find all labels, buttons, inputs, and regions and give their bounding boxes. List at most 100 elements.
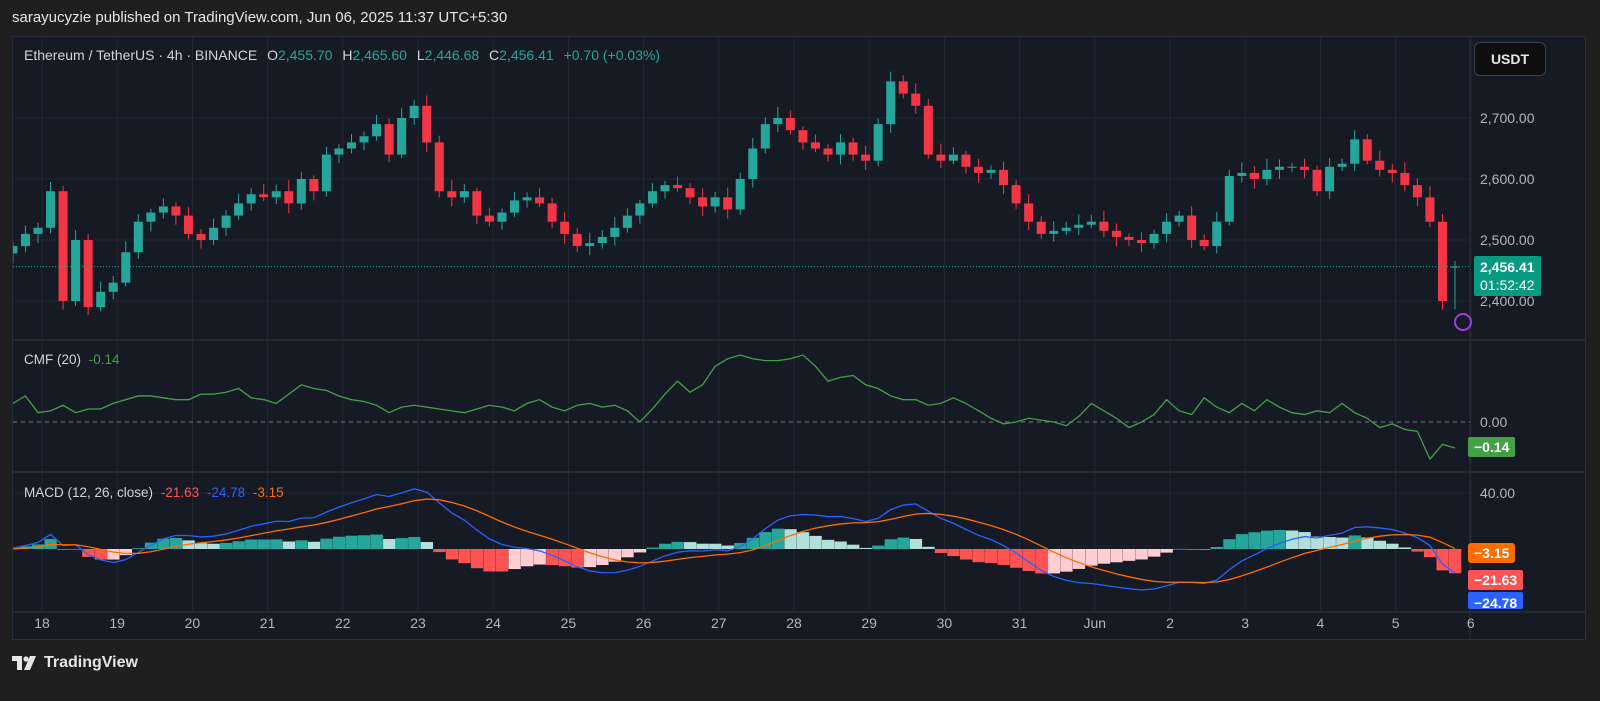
macd-histogram-bar	[307, 541, 321, 549]
time-tick: 20	[184, 615, 201, 631]
candle-body	[372, 124, 382, 137]
macd-histogram-bar	[884, 539, 897, 549]
candle-body	[359, 136, 369, 143]
candle-body	[1412, 185, 1422, 198]
candle-body	[1437, 221, 1447, 301]
price-tick: 2,500.00	[1480, 232, 1535, 248]
change-value: +0.70 (+0.03%)	[563, 47, 661, 63]
candle-body	[146, 212, 156, 222]
macd-histogram-bar	[1173, 548, 1186, 550]
candle-body	[798, 130, 808, 143]
candle-body	[861, 154, 871, 161]
candle-body	[1274, 166, 1284, 170]
candle-body	[259, 194, 269, 198]
candle-body	[760, 124, 770, 149]
macd-histogram-bar	[621, 549, 634, 558]
time-tick: 30	[936, 615, 953, 631]
logo-text: TradingView	[44, 654, 138, 671]
macd-histogram-bar	[658, 543, 672, 549]
candle-body	[1124, 236, 1134, 240]
candle-body	[71, 240, 81, 301]
candle-body	[121, 252, 131, 283]
candle-body	[999, 169, 1009, 186]
last-price-tag: 2,456.41 01:52:42	[1474, 256, 1541, 296]
macd-histogram-bar	[345, 535, 358, 549]
macd-histogram-bar	[82, 549, 95, 557]
time-tick: 22	[335, 615, 351, 631]
macd-histogram-bar	[1010, 549, 1023, 568]
candle-body	[1287, 166, 1297, 168]
candle-body	[296, 179, 306, 204]
plot-area	[0, 71, 1470, 591]
macd-histogram-bar	[1148, 549, 1161, 557]
macd-histogram-bar	[69, 548, 82, 550]
cmf-value: -0.14	[88, 352, 120, 367]
macd-histogram-bar	[220, 542, 233, 549]
time-tick: 27	[711, 615, 727, 631]
macd-histogram-bar	[633, 549, 647, 553]
time-tick: 2	[1166, 615, 1174, 631]
macd-histogram-bar	[1060, 549, 1073, 572]
macd-histogram-bar	[1022, 549, 1035, 572]
macd-histogram-bar	[1122, 549, 1136, 561]
candle-body	[1450, 266, 1460, 268]
cmf-value-tag: −0.14	[1468, 437, 1516, 457]
macd-histogram-bar	[684, 542, 697, 549]
candle-body	[1237, 172, 1247, 176]
macd-line-tag: −24.78	[1468, 592, 1524, 609]
macd-histogram-bar	[1223, 539, 1236, 549]
macd-histogram-bar	[784, 529, 797, 549]
symbol-title[interactable]: Ethereum / TetherUS · 4h · BINANCE	[24, 47, 257, 63]
time-tick: 31	[1011, 615, 1028, 631]
candle-body	[221, 215, 231, 228]
candle-body	[572, 233, 582, 247]
candle-body	[986, 169, 996, 173]
candle-body	[685, 188, 695, 198]
macd-histogram-bar	[470, 549, 484, 569]
candle-body	[773, 118, 783, 125]
candle-body	[585, 243, 595, 247]
candle-body	[158, 206, 168, 213]
macd-histogram-bar	[822, 539, 835, 549]
currency-button[interactable]: USDT	[1474, 42, 1546, 76]
open-label: O	[267, 47, 278, 63]
macd-histogram-bar	[1160, 549, 1173, 553]
chart-canvas[interactable]	[0, 0, 1600, 701]
candle-body	[1074, 224, 1084, 228]
candle-body	[961, 154, 971, 167]
macd-histogram-bar	[521, 549, 534, 567]
bar-countdown: 01:52:42	[1480, 277, 1535, 293]
cmf-label[interactable]: CMF (20)	[24, 352, 81, 367]
macd-histogram-bar	[872, 545, 885, 549]
candle-body	[673, 185, 683, 189]
candle-body	[1312, 169, 1322, 192]
candle-body	[459, 191, 469, 198]
candle-body	[397, 118, 407, 155]
candle-body	[1375, 160, 1385, 170]
candle-body	[873, 124, 883, 161]
candle-body	[660, 185, 670, 192]
candle-body	[748, 148, 758, 179]
time-tick: 3	[1241, 615, 1250, 631]
macd-histogram-bar	[972, 549, 985, 563]
time-tick: 29	[861, 615, 877, 631]
candle-body	[911, 93, 921, 106]
candle-body	[522, 197, 532, 201]
tradingview-logo[interactable]: TradingView	[12, 654, 138, 672]
macd-histogram-bar	[746, 537, 760, 549]
macd-histogram-bar	[445, 549, 459, 560]
candle-body	[1212, 221, 1222, 247]
macd-histogram-bar	[395, 538, 408, 549]
candle-body	[1174, 215, 1184, 222]
candle-body	[196, 233, 206, 240]
candle-body	[171, 206, 181, 216]
candle-body	[183, 215, 193, 234]
low-value: 2,446.68	[424, 47, 480, 63]
macd-histogram-bar	[1085, 549, 1098, 566]
candle-body	[422, 105, 432, 143]
candle-body	[20, 233, 30, 247]
macd-label[interactable]: MACD (12, 26, close)	[24, 485, 153, 500]
macd-histogram-bar	[0, 549, 7, 550]
candle-body	[1149, 233, 1159, 244]
macd-histogram-bar	[132, 548, 145, 549]
